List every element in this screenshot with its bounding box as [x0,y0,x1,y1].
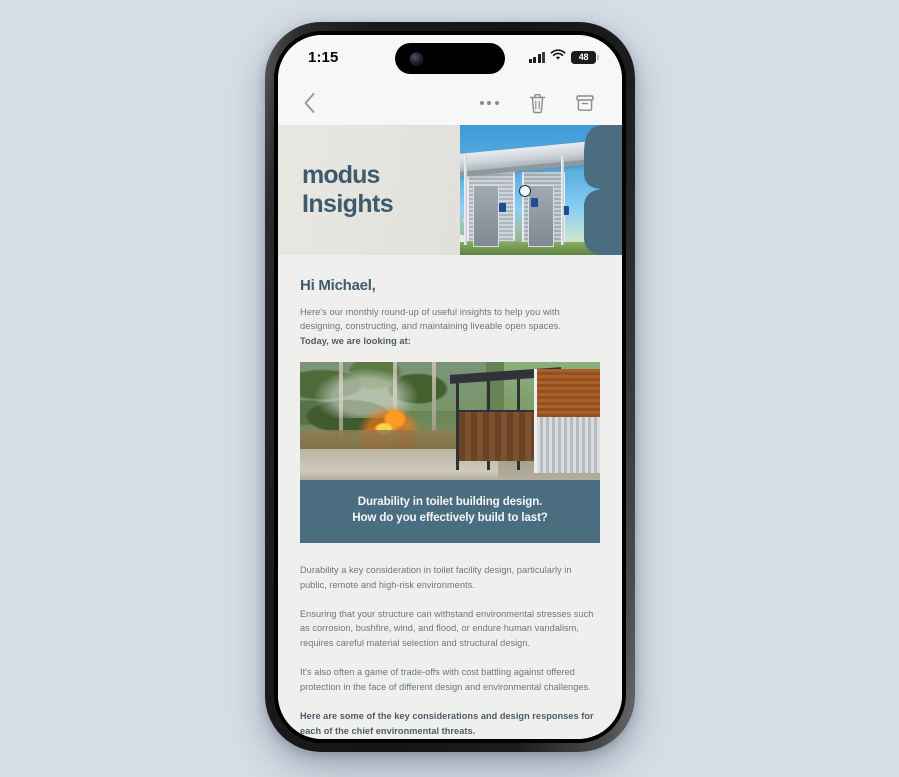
mail-toolbar [278,81,622,125]
wifi-icon [550,48,566,66]
email-closing-bold: Here are some of the key considerations … [300,711,594,736]
chevron-left-icon[interactable] [292,86,326,120]
email-intro-section: Hi Michael, Here's our monthly round-up … [278,255,622,346]
battery-icon: 48 [571,50,599,64]
toolbar-actions [472,86,602,120]
logo-line-insights: Insights [302,190,394,218]
ellipsis-icon[interactable] [472,86,506,120]
header-photo-signage-2 [531,197,539,207]
dynamic-island [395,43,505,74]
amenity-timber-cladding [534,368,600,417]
status-bar-time: 1:15 [308,48,339,66]
feature-caption: Durability in toilet building design. Ho… [300,479,600,543]
email-greeting: Hi Michael, [300,277,376,294]
header-photo-door-left [473,184,500,248]
header-photo [460,125,622,255]
logo-line-modus: modus [302,160,380,189]
email-message-body[interactable]: modus Insights Hi Michael, Here's our mo… [278,125,622,739]
header-photo-light-fixture [518,184,531,197]
header-photo-signage-1 [499,203,507,212]
feature-photo [300,361,600,480]
archive-box-icon[interactable] [568,86,602,120]
phone-bezel: 1:15 48 modus Insights Hi Michael, Here'… [274,31,626,743]
header-photo-post-left [463,156,467,245]
email-article-body: Durability a key consideration in toilet… [278,543,622,739]
feature-caption-line-2: How do you effectively build to last? [352,511,548,525]
brand-logo: modus Insights [278,125,461,255]
front-camera-icon [410,52,423,65]
trash-icon[interactable] [520,86,554,120]
battery-level-label: 48 [578,52,589,62]
phone-screen: 1:15 48 modus Insights Hi Michael, Here'… [278,35,622,739]
cellular-bars-icon [528,51,545,63]
amenity-metal-cladding [534,416,600,473]
brand-swoosh-shape [578,125,622,255]
email-header-banner: modus Insights [278,125,622,255]
email-intro-strong: Today, we are looking at: [300,335,411,346]
feature-article-card[interactable]: Durability in toilet building design. Ho… [300,361,600,543]
header-photo-door-right [528,184,555,248]
email-paragraph-3: It's also often a game of trade-offs wit… [300,667,591,693]
email-intro-text: Here's our monthly round-up of useful in… [300,307,561,332]
email-paragraph-2: Ensuring that your structure can withsta… [300,608,594,649]
feature-photo-amenity-building [534,368,600,473]
phone-device-frame: 1:15 48 modus Insights Hi Michael, Here'… [265,22,635,752]
status-bar-indicators: 48 [528,48,599,66]
header-photo-post-right [560,156,564,245]
feature-caption-line-1: Durability in toilet building design. [357,494,543,508]
email-paragraph-1: Durability a key consideration in toilet… [300,564,572,590]
